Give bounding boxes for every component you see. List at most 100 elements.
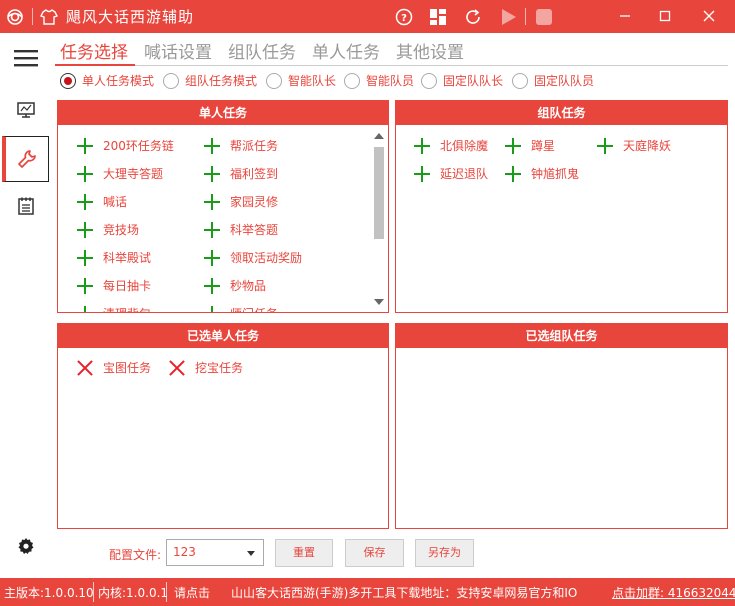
download-info[interactable]: 山山客大话西游(手游)多开工具下载地址：支持安卓网易官方和IO [231, 584, 577, 601]
plus-icon [77, 305, 93, 312]
plus-icon [77, 165, 93, 182]
selected-task-item[interactable]: 宝图任务 [77, 359, 151, 376]
plus-icon [597, 137, 613, 154]
hamburger-icon [13, 50, 38, 67]
task-item[interactable]: 领取活动奖励 [204, 249, 302, 266]
active-tab-indicator [55, 64, 135, 66]
title-separator [525, 8, 526, 25]
panel-header: 已选组队任务 [396, 324, 727, 348]
task-item[interactable]: 天庭降妖 [597, 137, 671, 154]
panel-header: 单人任务 [58, 101, 388, 125]
app-logo-icon [6, 8, 24, 26]
monitor-icon [16, 102, 35, 118]
stop-icon[interactable] [535, 8, 553, 26]
menu-button[interactable] [2, 35, 49, 81]
settings-button[interactable] [2, 523, 49, 569]
task-item[interactable]: 清理背包 [77, 305, 151, 312]
save-as-button[interactable]: 另存为 [415, 539, 474, 567]
remove-icon[interactable] [169, 360, 185, 376]
task-item[interactable]: 科举答题 [204, 221, 278, 238]
mode-radio-group: 单人任务模式 组队任务模式 智能队长 智能队员 固定队队长 固定队队员 [60, 72, 730, 92]
task-item[interactable]: 每日抽卡 [77, 277, 151, 294]
task-item[interactable]: 秒物品 [204, 277, 266, 294]
radio-team-mode[interactable]: 组队任务模式 [163, 72, 257, 89]
task-item[interactable]: 北俱除魔 [414, 137, 488, 154]
help-icon[interactable]: ? [395, 8, 413, 26]
plus-icon [204, 277, 220, 294]
task-item[interactable]: 延迟退队 [414, 165, 488, 182]
tab-team-tasks[interactable]: 组队任务 [228, 38, 296, 63]
plus-icon [204, 305, 220, 312]
task-item[interactable]: 喊话 [77, 193, 127, 210]
plus-icon [204, 137, 220, 154]
plus-icon [204, 221, 220, 238]
plus-icon [77, 221, 93, 238]
refresh-icon[interactable] [464, 8, 482, 26]
close-button[interactable] [698, 5, 720, 27]
task-item[interactable]: 蹲星 [505, 137, 555, 154]
play-icon[interactable] [499, 8, 517, 26]
single-tasks-panel: 单人任务 200环任务链 大理寺答题 喊话 竞技场 科举殿试 每日抽卡 清理背包… [57, 100, 389, 313]
sidebar-item-tasks[interactable] [2, 136, 49, 182]
core-version: 内核:1.0.0.1 [98, 586, 169, 600]
radio-single-mode[interactable]: 单人任务模式 [60, 72, 154, 89]
tab-other-settings[interactable]: 其他设置 [396, 38, 464, 63]
plus-icon [77, 193, 93, 210]
radio-smart-member[interactable]: 智能队员 [344, 72, 414, 89]
status-bar: 主版本:1.0.0.10 内核:1.0.0.1 请点击 山山客大话西游(手游)多… [0, 578, 735, 606]
status-separator [166, 582, 167, 602]
title-separator [32, 8, 33, 25]
tab-shout-settings[interactable]: 喊话设置 [144, 38, 212, 63]
selected-single-panel: 已选单人任务 宝图任务 挖宝任务 [57, 323, 389, 529]
reset-button[interactable]: 重置 [275, 539, 333, 567]
plus-icon [204, 165, 220, 182]
team-tasks-panel: 组队任务 北俱除魔 蹲星 天庭降妖 延迟退队 钟馗抓鬼 [395, 100, 728, 313]
radio-fixed-leader[interactable]: 固定队队长 [421, 72, 503, 89]
config-file-select[interactable]: 123 [166, 539, 264, 566]
plus-icon [414, 165, 430, 182]
main-version: 主版本:1.0.0.10 [4, 586, 94, 600]
wrench-icon [18, 150, 36, 168]
sidebar-item-log[interactable] [2, 183, 49, 229]
scroll-thumb[interactable] [374, 147, 384, 239]
task-item[interactable]: 福利签到 [204, 165, 278, 182]
remove-icon[interactable] [77, 360, 93, 376]
task-item[interactable]: 竞技场 [77, 221, 139, 238]
maximize-button[interactable] [654, 5, 676, 27]
minimize-button[interactable] [614, 5, 636, 27]
plus-icon [505, 165, 521, 182]
save-button[interactable]: 保存 [345, 539, 404, 567]
sidebar [0, 33, 50, 573]
scroll-down-arrow-icon[interactable] [374, 299, 384, 305]
tab-bar: 任务选择 喊话设置 组队任务 单人任务 其他设置 [55, 36, 728, 66]
task-item[interactable]: 科举殿试 [77, 249, 151, 266]
notebook-icon [17, 197, 34, 215]
app-title: 飓风大话西游辅助 [66, 8, 195, 26]
task-item[interactable]: 200环任务链 [77, 137, 174, 154]
tab-single-tasks[interactable]: 单人任务 [312, 38, 380, 63]
plus-icon [505, 137, 521, 154]
task-item[interactable]: 大理寺答题 [77, 165, 163, 182]
sidebar-item-monitor[interactable] [2, 87, 49, 133]
task-item[interactable]: 帮派任务 [204, 137, 278, 154]
task-item[interactable]: 家园灵修 [204, 193, 278, 210]
panel-header: 组队任务 [396, 101, 727, 125]
panel-header: 已选单人任务 [58, 324, 388, 348]
chevron-down-icon [247, 551, 255, 556]
radio-smart-leader[interactable]: 智能队长 [266, 72, 336, 89]
shirt-icon[interactable] [40, 8, 58, 26]
scroll-up-arrow-icon[interactable] [374, 133, 384, 139]
gear-icon [18, 538, 33, 554]
scrollbar[interactable] [372, 131, 386, 307]
radio-fixed-member[interactable]: 固定队队员 [512, 72, 594, 89]
task-item[interactable]: 师门任务 [204, 305, 278, 312]
config-file-label: 配置文件: [109, 548, 162, 562]
tab-task-select[interactable]: 任务选择 [60, 38, 128, 63]
task-item[interactable]: 钟馗抓鬼 [505, 165, 579, 182]
plus-icon [414, 137, 430, 154]
selected-task-item[interactable]: 挖宝任务 [169, 359, 243, 376]
dashboard-icon[interactable] [429, 8, 447, 26]
join-group-link[interactable]: 点击加群: 416632044 [612, 584, 735, 601]
click-hint[interactable]: 请点击 [174, 584, 210, 601]
plus-icon [204, 249, 220, 266]
